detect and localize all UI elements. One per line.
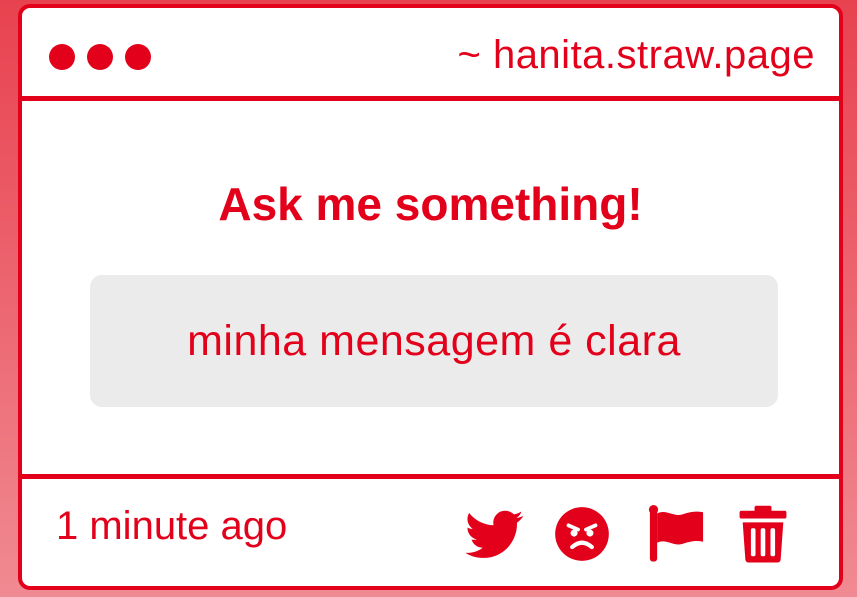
- twitter-share-button[interactable]: [466, 505, 524, 563]
- page-url: ~ hanita.straw.page: [457, 33, 815, 77]
- card-footer: 1 minute ago: [22, 474, 839, 586]
- flag-icon: [648, 505, 704, 562]
- window-titlebar: ~ hanita.straw.page: [22, 8, 839, 101]
- window-controls: [49, 44, 151, 70]
- window-dot-3: [125, 44, 151, 70]
- window-dot-1: [49, 44, 75, 70]
- message-text: minha mensagem é clara: [187, 316, 681, 365]
- report-button[interactable]: [647, 505, 705, 563]
- twitter-icon: [466, 510, 524, 558]
- card-content: Ask me something! minha mensagem é clara: [22, 101, 839, 474]
- trash-icon: [739, 505, 787, 563]
- delete-button[interactable]: [738, 505, 788, 563]
- angry-face-icon: [555, 507, 609, 561]
- window-dot-2: [87, 44, 113, 70]
- question-card: ~ hanita.straw.page Ask me something! mi…: [18, 4, 843, 590]
- react-angry-button[interactable]: [554, 505, 610, 563]
- page-title: Ask me something!: [218, 178, 643, 230]
- message-box: minha mensagem é clara: [90, 275, 778, 407]
- timestamp: 1 minute ago: [56, 504, 288, 548]
